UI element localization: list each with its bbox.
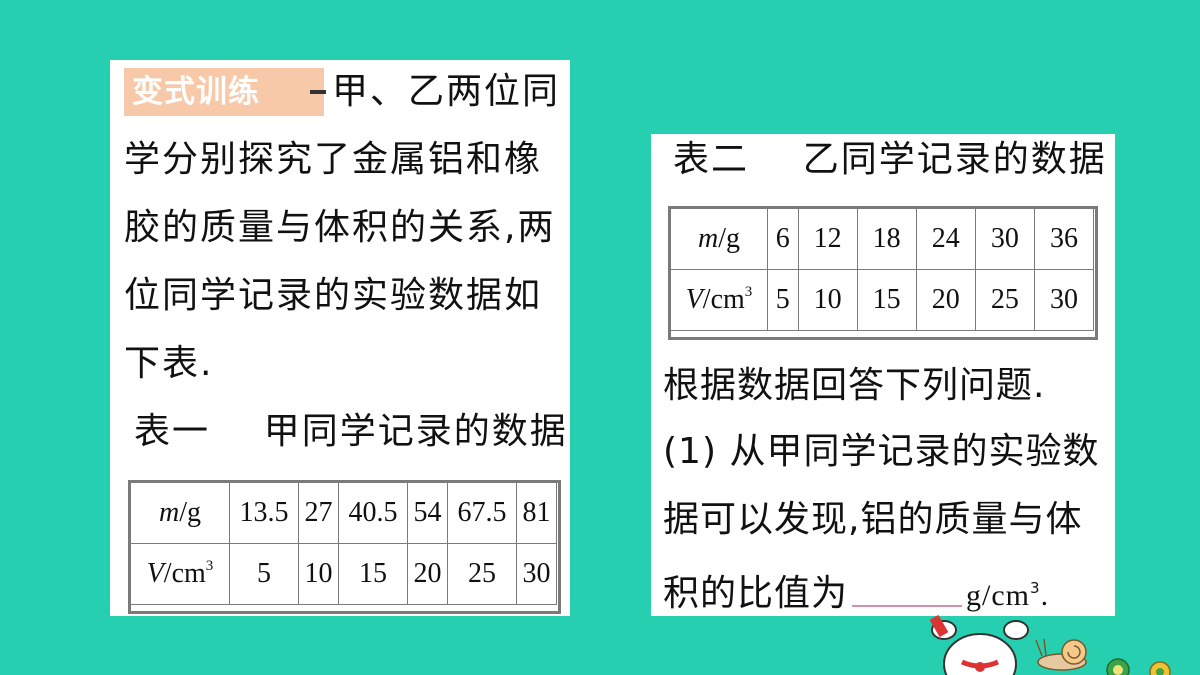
table-cell: 18 xyxy=(856,208,917,270)
table-cell: 54 xyxy=(406,482,448,544)
table-cell: 30 xyxy=(1033,269,1095,331)
table-cell-label: m/g xyxy=(130,482,230,544)
table-row: m/g 6 12 18 24 30 36 xyxy=(670,208,1095,270)
table-cell: 36 xyxy=(1033,208,1095,270)
table-cell: 5 xyxy=(767,269,799,331)
problem-line-5: 下表. xyxy=(124,343,214,384)
table-cell: 5 xyxy=(229,543,299,605)
table-cell: 67.5 xyxy=(446,482,517,544)
badge-dash xyxy=(310,90,326,94)
table-cell: 20 xyxy=(406,543,448,605)
table-2: m/g 6 12 18 24 30 36 V/cm3 5 10 15 20 25… xyxy=(670,208,1095,331)
question-line-2: 据可以发现,铝的质量与体 xyxy=(663,499,1083,540)
table-2-caption: 表二 乙同学记录的数据 xyxy=(673,139,1107,180)
table-cell: 81 xyxy=(515,482,558,544)
question-line-1: (1) 从甲同学记录的实验数 xyxy=(663,431,1100,472)
table-cell: 15 xyxy=(856,269,917,331)
table-cell: 6 xyxy=(767,208,799,270)
table-cell: 13.5 xyxy=(229,482,299,544)
table-1: m/g 13.5 27 40.5 54 67.5 81 V/cm3 5 10 1… xyxy=(130,482,558,605)
table-cell: 27 xyxy=(297,482,339,544)
table-cell: 24 xyxy=(915,208,976,270)
problem-line-1: 甲、乙两位同 xyxy=(332,71,561,112)
question-intro: 根据数据回答下列问题. xyxy=(663,365,1046,406)
question-line-3-text: 积的比值为 xyxy=(663,573,849,614)
table-row: V/cm3 5 10 15 20 25 30 xyxy=(130,543,558,605)
problem-line-4: 位同学记录的实验数据如 xyxy=(124,275,543,316)
table-cell: 30 xyxy=(974,208,1035,270)
problem-line-2: 学分别探究了金属铝和橡 xyxy=(124,139,543,180)
table-cell: 12 xyxy=(797,208,858,270)
table-cell-label: V/cm3 xyxy=(670,269,768,331)
left-text-card: 变式训练 甲、乙两位同 学分别探究了金属铝和橡 胶的质量与体积的关系,两 位同学… xyxy=(110,60,570,616)
table-row: m/g 13.5 27 40.5 54 67.5 81 xyxy=(130,482,558,544)
table-cell-label: m/g xyxy=(670,208,768,270)
table-cell: 10 xyxy=(797,269,858,331)
table-cell: 20 xyxy=(915,269,976,331)
answer-blank[interactable] xyxy=(852,575,963,607)
table-cell: 15 xyxy=(337,543,408,605)
table-cell-label: V/cm3 xyxy=(130,543,230,605)
table-1-caption: 表一 甲同学记录的数据 xyxy=(134,411,568,452)
table-cell: 30 xyxy=(515,543,558,605)
badge-arrow-icon xyxy=(290,78,312,106)
problem-line-3: 胶的质量与体积的关系,两 xyxy=(124,207,556,248)
table-cell: 25 xyxy=(446,543,517,605)
table-row: V/cm3 5 10 15 20 25 30 xyxy=(670,269,1095,331)
table-cell: 25 xyxy=(974,269,1035,331)
cartoon-mascot-icon xyxy=(929,614,1171,675)
table-cell: 10 xyxy=(297,543,339,605)
table-cell: 40.5 xyxy=(337,482,408,544)
right-text-card: 表二 乙同学记录的数据 m/g 6 12 18 24 30 36 V/cm3 5… xyxy=(651,134,1115,616)
answer-unit: g/cm xyxy=(966,579,1031,612)
